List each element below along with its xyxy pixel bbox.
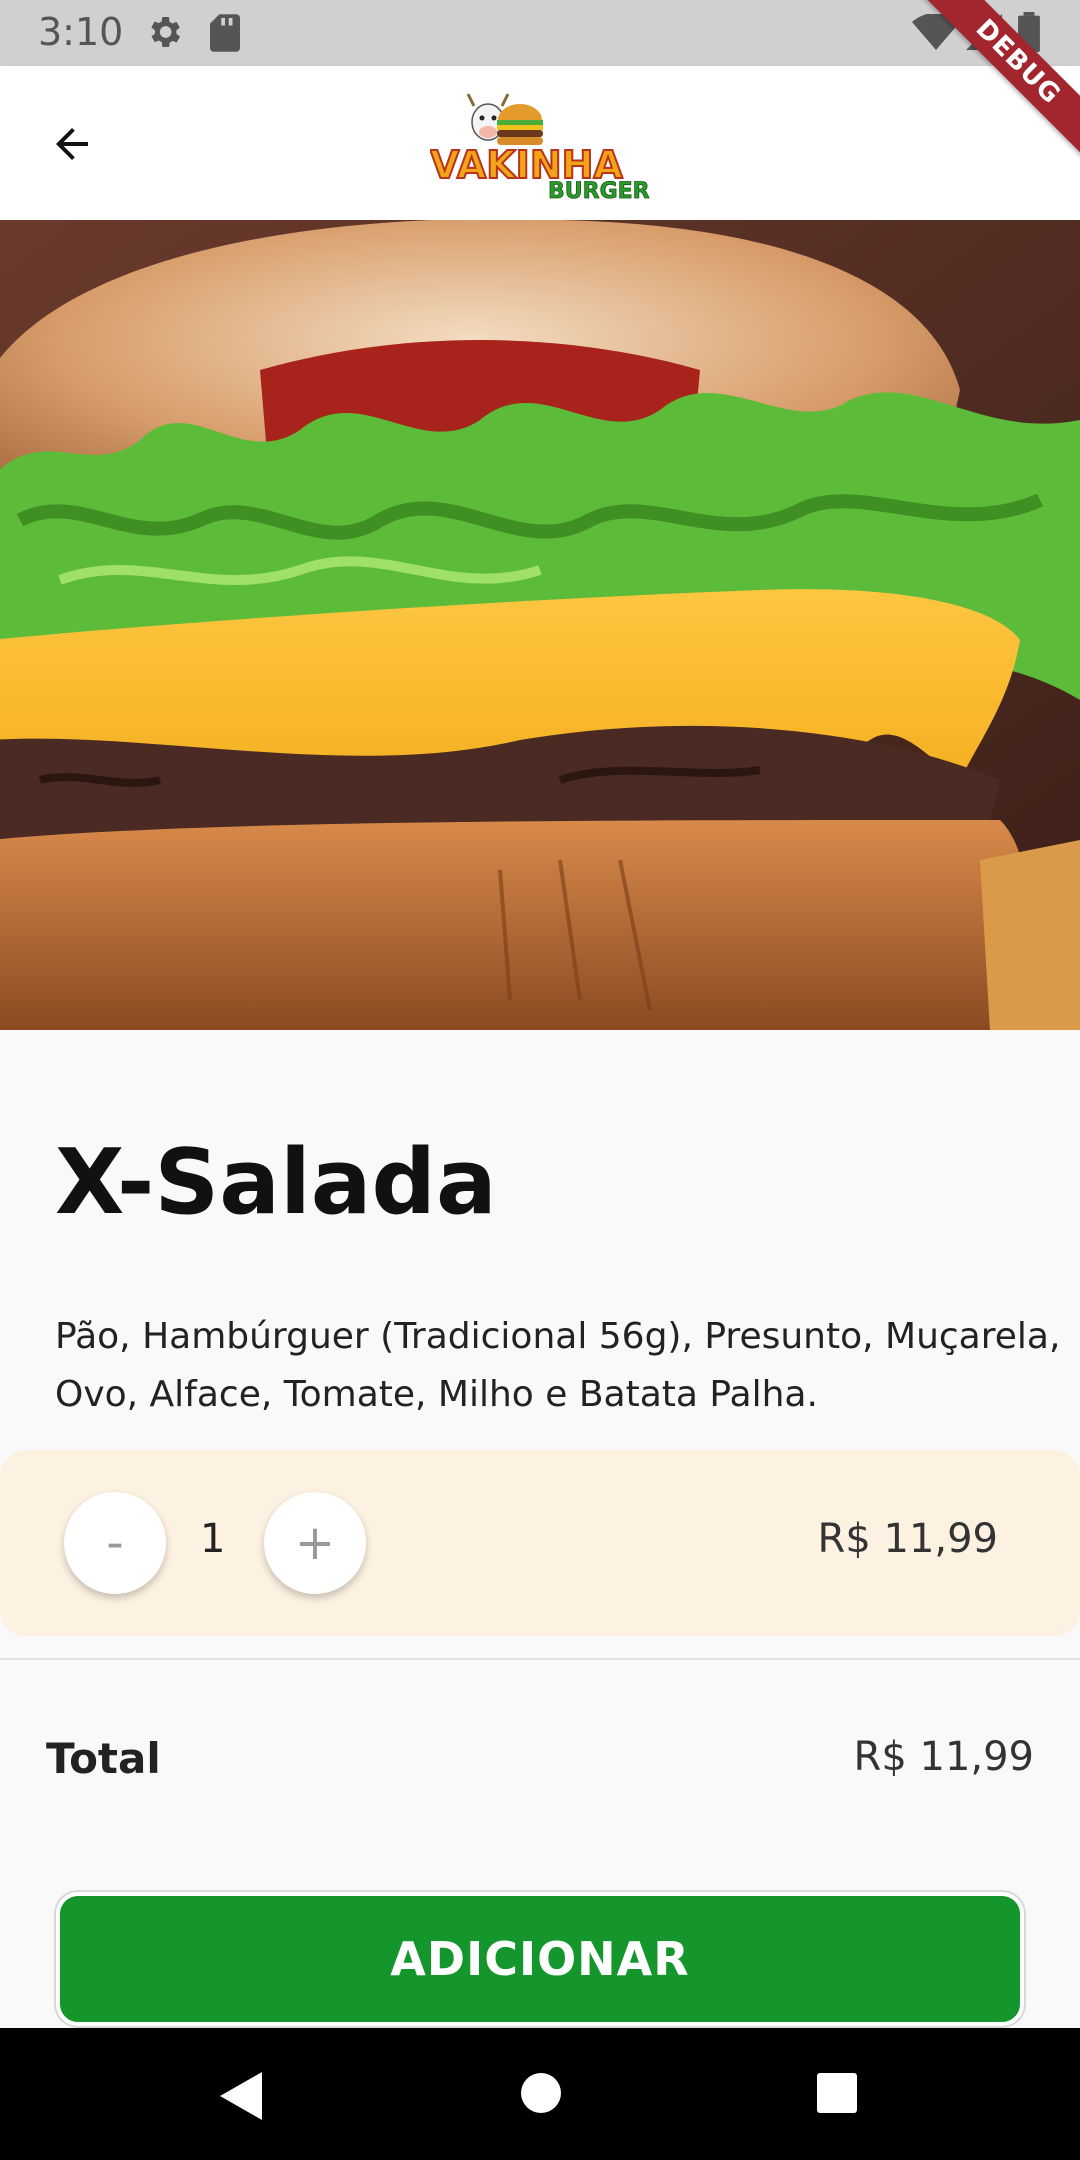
arrow-back-icon [56,128,88,160]
decrement-button[interactable]: - [64,1492,166,1594]
status-bar: 3:10 [0,0,1080,66]
navigation-bar [0,2028,1080,2160]
minus-icon: - [106,1515,124,1571]
back-button[interactable] [40,112,104,176]
divider [0,1658,1080,1660]
total-value: R$ 11,99 [853,1734,1034,1780]
gear-icon [151,17,180,47]
total-label: Total [46,1734,161,1783]
add-to-cart-button[interactable]: ADICIONAR [56,1892,1024,2026]
product-image [0,220,1080,1030]
quantity-row: - 1 + R$ 11,99 [0,1450,1080,1636]
plus-icon: + [294,1515,336,1571]
product-title: X-Salada [55,1130,497,1235]
screen: 3:10 DEBUG VAKINHA BURGER X-Salada Pão, … [0,0,1080,2160]
logo-subtext: BURGER [548,179,650,204]
app-bar: VAKINHA BURGER [0,66,1080,220]
sd-card-icon [210,14,240,52]
increment-button[interactable]: + [264,1492,366,1594]
product-description: Pão, Hambúrguer (Tradicional 56g), Presu… [55,1316,1061,1415]
nav-back-icon[interactable] [218,2070,264,2122]
vakinha-burger-logo: VAKINHA BURGER [430,93,650,204]
quantity-value: 1 [200,1516,226,1562]
status-time: 3:10 [38,10,124,54]
nav-recents-icon[interactable] [816,2072,858,2114]
nav-home-icon[interactable] [520,2072,562,2114]
burger-photo [0,220,1080,1030]
item-price: R$ 11,99 [817,1516,998,1562]
